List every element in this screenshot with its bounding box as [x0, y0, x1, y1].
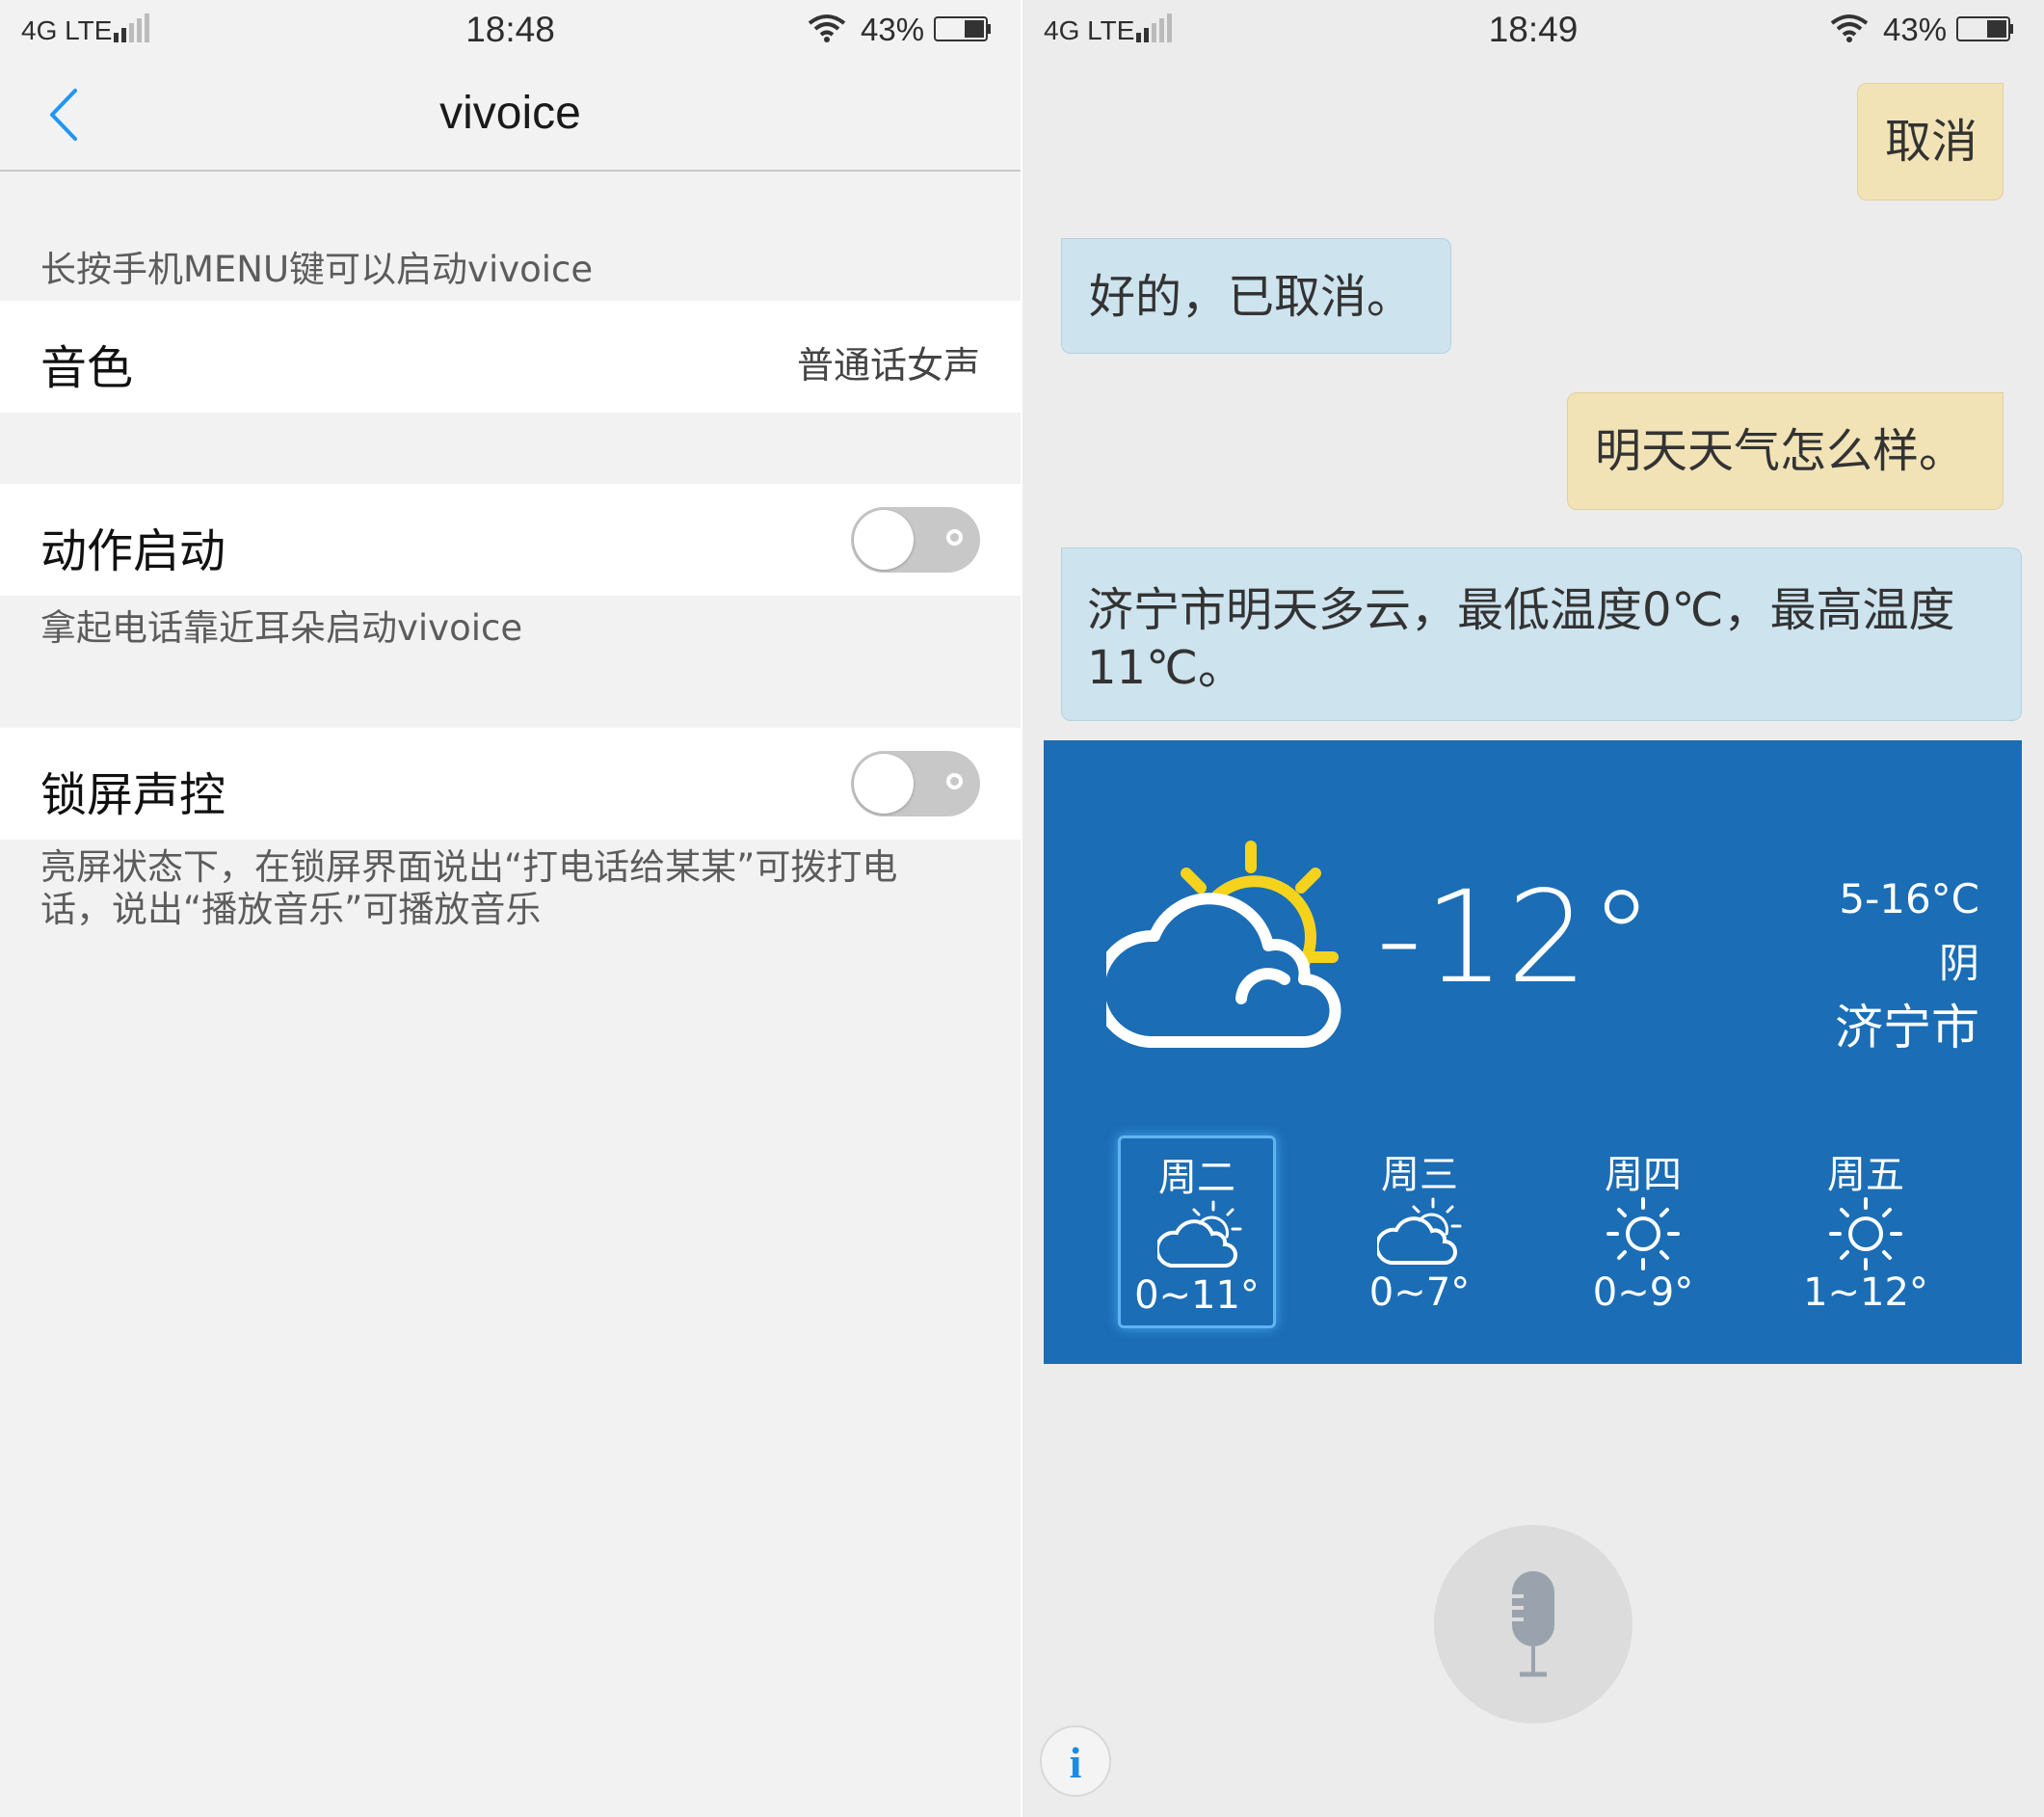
- partly-cloudy-icon: [1377, 1197, 1462, 1265]
- battery-percent: 43%: [861, 12, 925, 47]
- wifi-icon: [1830, 14, 1869, 42]
- status-bar: 4G LTE 18:48 43%: [0, 0, 1021, 60]
- battery-percent: 43%: [1883, 12, 1948, 47]
- lock-voice-toggle[interactable]: [851, 751, 980, 816]
- motion-start-hint: 拿起电话靠近耳朵启动vivoice: [40, 607, 523, 649]
- forecast-day-name: 周三: [1381, 1153, 1458, 1197]
- lock-voice-hint-line1: 亮屏状态下，在锁屏界面说出“打电话给某某”可拨打电: [40, 846, 898, 888]
- battery-icon: [934, 16, 991, 41]
- forecast-day-name: 周五: [1827, 1153, 1904, 1197]
- toggle-knob: [854, 754, 914, 814]
- forecast-day-name: 周四: [1605, 1153, 1682, 1197]
- forecast-day[interactable]: 周四 0~9°: [1564, 1136, 1722, 1328]
- forecast-range: 0~11°: [1134, 1273, 1260, 1318]
- microphone-icon: [1506, 1571, 1554, 1677]
- assistant-message: 好的，已取消。: [1061, 238, 1451, 354]
- navigation-bar: vivoice: [0, 60, 1021, 172]
- current-temperature: -12°: [1376, 864, 1656, 1012]
- sun-icon: [1606, 1197, 1680, 1270]
- weather-condition: 阴: [1938, 940, 1979, 987]
- lock-voice-hint-line2: 话，说出“播放音乐”可播放音乐: [40, 889, 542, 930]
- forecast-day[interactable]: 周五 1~12°: [1787, 1136, 1945, 1328]
- info-button[interactable]: i: [1040, 1725, 1111, 1797]
- forecast-range: 0~7°: [1368, 1270, 1471, 1315]
- menu-key-hint: 长按手机MENU键可以启动vivoice: [40, 249, 594, 290]
- settings-screen: 4G LTE 18:48 43% vivoice 长按手机MENU键可以启动vi…: [0, 0, 1021, 1817]
- forecast-day[interactable]: 周三 0~7°: [1341, 1136, 1499, 1328]
- microphone-button[interactable]: [1434, 1525, 1633, 1723]
- motion-start-label: 动作启动: [40, 524, 226, 578]
- voice-tone-value: 普通话女声: [796, 344, 980, 387]
- weather-card[interactable]: -12° 5-16°C 阴 济宁市 周二 0~11° 周三 0~7° 周四 0~…: [1044, 740, 2022, 1364]
- city-name: 济宁市: [1835, 1000, 1979, 1055]
- wifi-icon: [808, 14, 846, 42]
- forecast-day[interactable]: 周二 0~11°: [1118, 1136, 1276, 1328]
- motion-start-toggle[interactable]: [851, 507, 980, 573]
- status-bar: 4G LTE 18:49 43%: [1022, 0, 2044, 60]
- voice-tone-row[interactable]: 音色 普通话女声: [0, 301, 1021, 413]
- voice-assistant-screen: 4G LTE 18:49 43% 取消 好的，已取消。 明天天气怎么样。 济宁市…: [1022, 0, 2044, 1817]
- assistant-message: 济宁市明天多云，最低温度0℃，最高温度 11℃。: [1061, 548, 2022, 721]
- toggle-off-icon: [946, 529, 963, 546]
- forecast-range: 1~12°: [1803, 1270, 1928, 1315]
- toggle-off-icon: [946, 773, 963, 789]
- partly-cloudy-icon: [1157, 1200, 1242, 1268]
- assistant-message-line: 11℃。: [1087, 641, 1244, 695]
- partly-cloudy-icon: [1106, 841, 1341, 1048]
- user-message: 明天天气怎么样。: [1567, 392, 2004, 510]
- lock-voice-row: 锁屏声控: [0, 728, 1021, 840]
- forecast-range: 0~9°: [1592, 1270, 1694, 1315]
- page-title: vivoice: [439, 88, 581, 139]
- temperature-range: 5-16°C: [1839, 875, 1979, 922]
- battery-icon: [1956, 16, 2013, 41]
- info-icon: i: [1069, 1738, 1082, 1787]
- sun-icon: [1829, 1197, 1902, 1270]
- voice-tone-label: 音色: [40, 341, 134, 395]
- motion-start-row: 动作启动: [0, 484, 1021, 596]
- lock-voice-label: 锁屏声控: [40, 768, 226, 822]
- user-message: 取消: [1857, 83, 2004, 200]
- assistant-message-line: 济宁市明天多云，最低温度0℃，最高温度: [1087, 583, 1955, 637]
- toggle-knob: [854, 510, 914, 570]
- forecast-day-name: 周二: [1158, 1156, 1235, 1200]
